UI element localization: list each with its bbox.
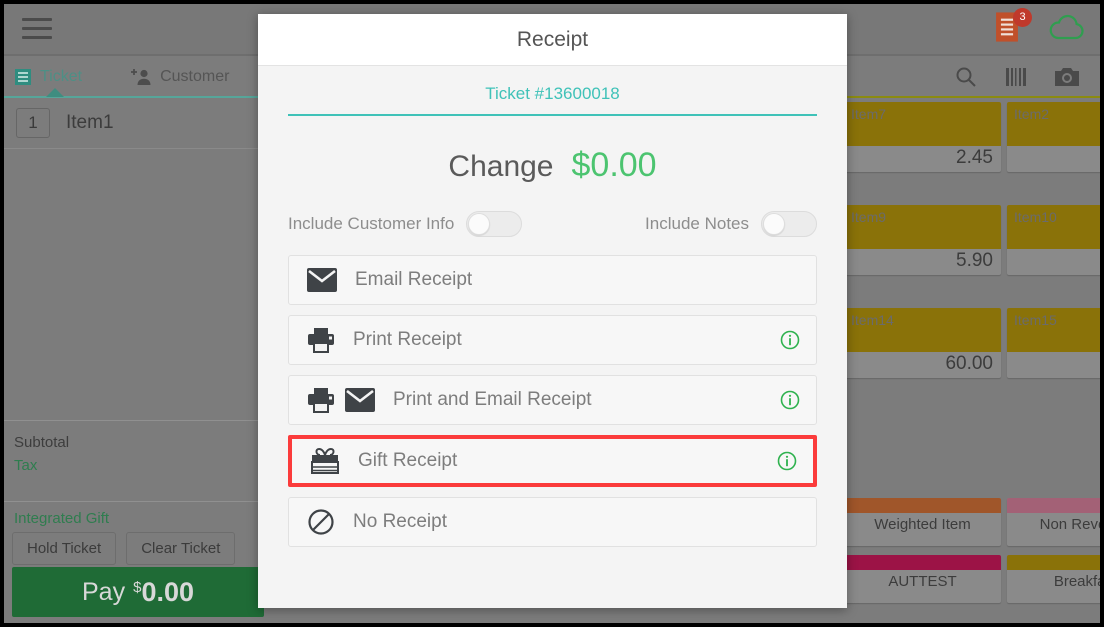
option-label: Gift Receipt <box>358 450 458 471</box>
receipt-options: Email Receipt Print Receipt Print and Em… <box>258 237 847 557</box>
option-label: Email Receipt <box>355 269 473 290</box>
include-notes-group: Include Notes <box>645 211 817 237</box>
dialog-header: Receipt <box>258 14 847 66</box>
include-notes-label: Include Notes <box>645 214 749 233</box>
change-amount: $0.00 <box>571 146 657 184</box>
printer-icon <box>308 388 334 413</box>
include-notes-toggle[interactable] <box>761 211 817 237</box>
option-label: Print Receipt <box>353 329 462 350</box>
option-icons <box>307 268 337 292</box>
gift-icon <box>311 448 339 474</box>
info-icon[interactable] <box>780 390 800 410</box>
dialog-title: Receipt <box>516 27 589 51</box>
info-icon[interactable] <box>777 451 797 471</box>
receipt-dialog: Receipt Ticket #13600018 Change $0.00 In… <box>258 14 847 608</box>
no-entry-icon <box>308 509 334 535</box>
option-no-receipt[interactable]: No Receipt <box>288 497 817 547</box>
option-label: Print and Email Receipt <box>393 389 592 410</box>
option-email-receipt[interactable]: Email Receipt <box>288 255 817 305</box>
option-gift-receipt[interactable]: Gift Receipt <box>288 435 817 487</box>
change-row: Change $0.00 <box>258 116 847 185</box>
screen: 3 Ticket Customer 1 Item1 Subtotal Tax I… <box>0 0 1104 627</box>
option-icons <box>307 508 335 536</box>
option-icons <box>307 327 335 353</box>
toggle-knob <box>763 213 785 235</box>
option-print-receipt[interactable]: Print Receipt <box>288 315 817 365</box>
info-icon[interactable] <box>780 330 800 350</box>
change-label: Change <box>448 150 554 183</box>
toggle-row: Include Customer Info Include Notes <box>258 185 847 237</box>
include-customer-info-group: Include Customer Info <box>288 211 523 237</box>
include-customer-info-label: Include Customer Info <box>288 214 455 233</box>
envelope-icon <box>307 268 337 292</box>
toggle-knob <box>468 213 491 235</box>
ticket-number: Ticket #13600018 <box>485 84 620 103</box>
option-label: No Receipt <box>353 511 447 532</box>
include-customer-info-toggle[interactable] <box>466 211 523 237</box>
option-print-and-email-receipt[interactable]: Print and Email Receipt <box>288 375 817 425</box>
printer-icon <box>308 328 334 353</box>
option-icons <box>310 448 340 474</box>
option-icons <box>307 387 375 413</box>
envelope-icon <box>345 388 375 412</box>
